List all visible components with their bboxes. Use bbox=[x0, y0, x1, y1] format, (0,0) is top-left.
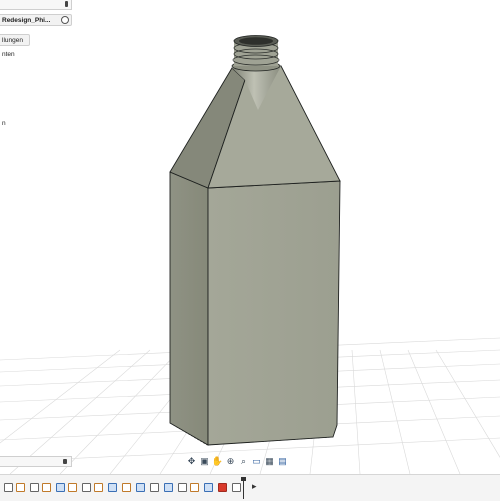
timeline-feature-icon[interactable] bbox=[108, 483, 117, 492]
timeline-feature-icon[interactable] bbox=[178, 483, 187, 492]
3d-viewport[interactable] bbox=[0, 0, 500, 500]
timeline-end-arrow-icon[interactable]: ▸ bbox=[252, 481, 257, 492]
timeline-feature-icon[interactable] bbox=[164, 483, 173, 492]
browser-component-row[interactable]: Redesign_Phi... bbox=[0, 14, 72, 26]
timeline-feature-icon[interactable] bbox=[68, 483, 77, 492]
grid-icon[interactable]: ▦ bbox=[264, 456, 275, 467]
timeline-feature-icon[interactable] bbox=[30, 483, 39, 492]
timeline-marker[interactable] bbox=[241, 477, 246, 499]
timeline-feature-icon[interactable] bbox=[4, 483, 13, 492]
viewports-icon[interactable]: ▤ bbox=[277, 456, 288, 467]
timeline-bar: ▸ bbox=[0, 474, 500, 501]
pan-icon[interactable]: ✋ bbox=[212, 456, 223, 467]
folder-label: nten bbox=[2, 50, 15, 58]
timeline-feature-icon[interactable] bbox=[232, 483, 241, 492]
navigation-toolbar: ✥ ▣ ✋ ⊕ ⌕ ▭ ▦ ▤ bbox=[186, 454, 288, 468]
timeline-feature-icon[interactable] bbox=[56, 483, 65, 492]
timeline-feature-icon[interactable] bbox=[122, 483, 131, 492]
timeline-feature-icon[interactable] bbox=[42, 483, 51, 492]
component-name: Redesign_Phi... bbox=[2, 16, 51, 24]
pin-icon[interactable] bbox=[63, 459, 67, 464]
browser-sketch-row[interactable]: n bbox=[0, 117, 8, 129]
pin-icon[interactable] bbox=[65, 1, 68, 7]
look-at-icon[interactable]: ▣ bbox=[199, 456, 210, 467]
display-settings-icon[interactable]: ▭ bbox=[251, 456, 262, 467]
timeline-feature-icon[interactable] bbox=[136, 483, 145, 492]
activate-radio-icon[interactable] bbox=[61, 16, 69, 24]
timeline-feature-icon[interactable] bbox=[16, 483, 25, 492]
zoom-icon[interactable]: ⊕ bbox=[225, 456, 236, 467]
timeline-feature-icon[interactable] bbox=[94, 483, 103, 492]
timeline-feature-icon[interactable] bbox=[82, 483, 91, 492]
browser-settings-row[interactable]: llungen bbox=[0, 34, 30, 46]
settings-label: llungen bbox=[2, 36, 23, 44]
timeline-feature-icon[interactable] bbox=[204, 483, 213, 492]
fit-icon[interactable]: ⌕ bbox=[238, 456, 249, 467]
timeline-feature-icon[interactable] bbox=[190, 483, 199, 492]
orbit-icon[interactable]: ✥ bbox=[186, 456, 197, 467]
browser-top-strip bbox=[0, 0, 72, 10]
timeline-feature-icon[interactable] bbox=[150, 483, 159, 492]
bottle-model[interactable] bbox=[169, 35, 341, 446]
bottle-body-front-face bbox=[207, 180, 341, 446]
comments-panel[interactable] bbox=[0, 456, 72, 467]
bottle-body-left-face bbox=[169, 171, 209, 446]
timeline-active-feature-icon[interactable] bbox=[218, 483, 227, 492]
sketch-label: n bbox=[2, 119, 6, 127]
browser-folder-row[interactable]: nten bbox=[0, 48, 16, 60]
